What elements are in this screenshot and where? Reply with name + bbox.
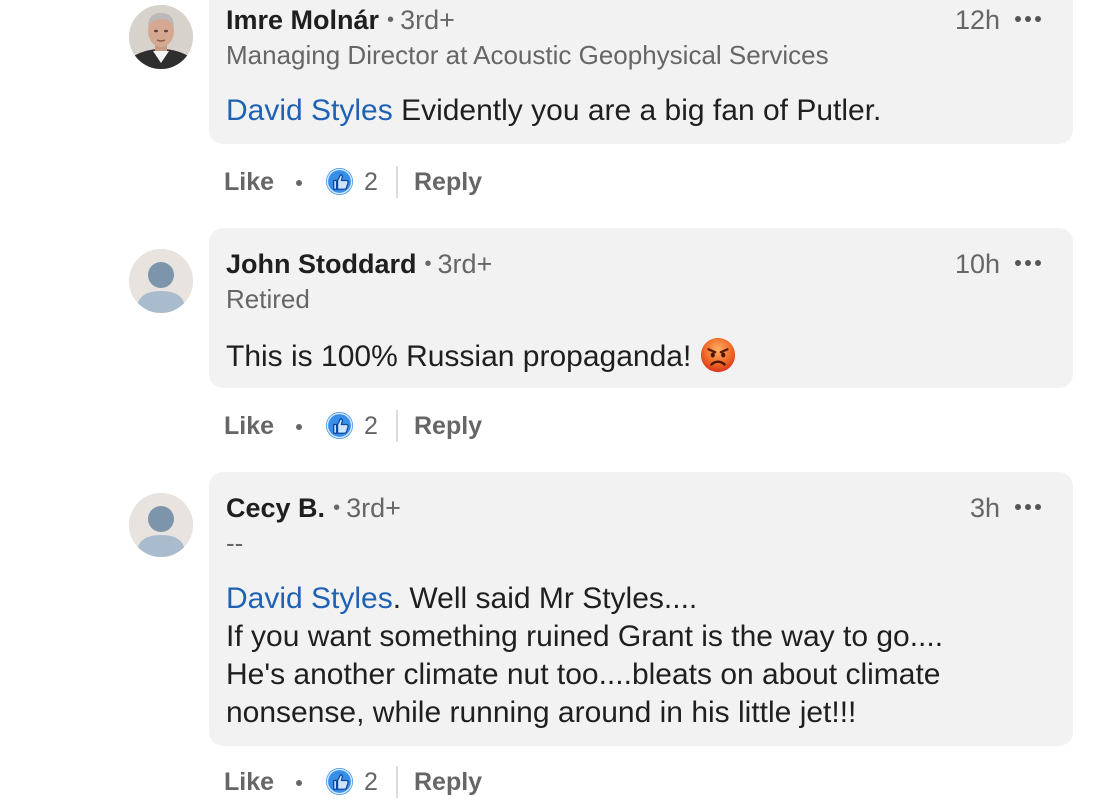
- comment-body: Evidently you are a big fan of Putler.: [392, 94, 882, 127]
- separator-dot: •: [424, 253, 432, 275]
- author-headline: Managing Director at Acoustic Geophysica…: [226, 40, 829, 70]
- default-avatar-icon[interactable]: [129, 249, 193, 313]
- separator-dot: [296, 424, 302, 430]
- avatar[interactable]: [129, 5, 193, 69]
- comment: Imre Molnár • 3rd+ 12h Managing Director a…: [0, 0, 1095, 244]
- reply-button[interactable]: Reply: [414, 768, 482, 797]
- reaction-count[interactable]: 2: [364, 168, 378, 197]
- separator-dot: •: [387, 9, 395, 31]
- default-avatar-icon[interactable]: [129, 493, 193, 557]
- like-reaction-icon[interactable]: [325, 167, 354, 196]
- author-name[interactable]: Imre Molnár: [226, 5, 379, 35]
- like-button[interactable]: Like: [224, 768, 274, 797]
- author-headline: --: [226, 528, 244, 558]
- comment-text: This is 100% Russian propaganda!: [226, 336, 1056, 376]
- comment-body: This is 100% Russian propaganda!: [226, 340, 692, 373]
- comment-line: nonsense, while running around in his li…: [226, 696, 857, 729]
- more-options-icon[interactable]: [1015, 248, 1049, 274]
- comment-actions: Like 2 Reply: [224, 766, 624, 800]
- like-button[interactable]: Like: [224, 412, 274, 441]
- comment: John Stoddard • 3rd+ 10h Retired This is 1…: [0, 228, 1095, 488]
- comment-text: David Styles. Well said Mr Styles.... If…: [226, 580, 1056, 732]
- connection-degree: 3rd+: [346, 493, 401, 523]
- comment-body: . Well said Mr Styles....: [392, 582, 698, 615]
- separator-dot: •: [333, 497, 341, 519]
- comment-bubble: Cecy B. • 3rd+ 3h -- David Styles. Well sa…: [209, 472, 1073, 746]
- divider: [396, 766, 398, 798]
- comment-text: David Styles Evidently you are a big fan…: [226, 92, 1056, 130]
- comment-bubble: John Stoddard • 3rd+ 10h Retired This is 1…: [209, 228, 1073, 388]
- reaction-count[interactable]: 2: [364, 768, 378, 797]
- timestamp: 12h: [954, 5, 1000, 35]
- comment-line: He's another climate nut too....bleats o…: [226, 658, 941, 691]
- like-button[interactable]: Like: [224, 168, 274, 197]
- divider: [396, 410, 398, 442]
- comment-bubble: Imre Molnár • 3rd+ 12h Managing Director a…: [209, 0, 1073, 144]
- comment-line: David Styles. Well said Mr Styles....: [226, 580, 1056, 618]
- reply-button[interactable]: Reply: [414, 412, 482, 441]
- comment: Cecy B. • 3rd+ 3h -- David Styles. Well sa…: [0, 472, 1095, 798]
- comment-actions: Like 2 Reply: [224, 166, 624, 200]
- connection-degree: 3rd+: [400, 5, 455, 35]
- mention-link[interactable]: David Styles: [226, 582, 393, 615]
- connection-degree: 3rd+: [437, 249, 493, 279]
- more-options-icon[interactable]: [1015, 4, 1049, 30]
- reply-button[interactable]: Reply: [414, 168, 482, 197]
- author-name[interactable]: John Stoddard: [226, 249, 417, 279]
- separator-dot: [296, 180, 302, 186]
- separator-dot: [296, 780, 302, 786]
- reaction-count[interactable]: 2: [364, 412, 378, 441]
- timestamp: 10h: [954, 249, 1000, 279]
- timestamp: 3h: [969, 493, 1000, 523]
- author-headline: Retired: [226, 284, 310, 314]
- comment-line: If you want something ruined Grant is th…: [226, 620, 944, 653]
- mention-link[interactable]: David Styles: [226, 94, 393, 127]
- divider: [396, 166, 398, 198]
- comment-actions: Like 2 Reply: [224, 410, 624, 444]
- author-name[interactable]: Cecy B.: [226, 493, 325, 523]
- like-reaction-icon[interactable]: [325, 767, 354, 796]
- angry-face-emoji-icon: [701, 337, 736, 373]
- like-reaction-icon[interactable]: [325, 411, 354, 440]
- more-options-icon[interactable]: [1015, 492, 1049, 518]
